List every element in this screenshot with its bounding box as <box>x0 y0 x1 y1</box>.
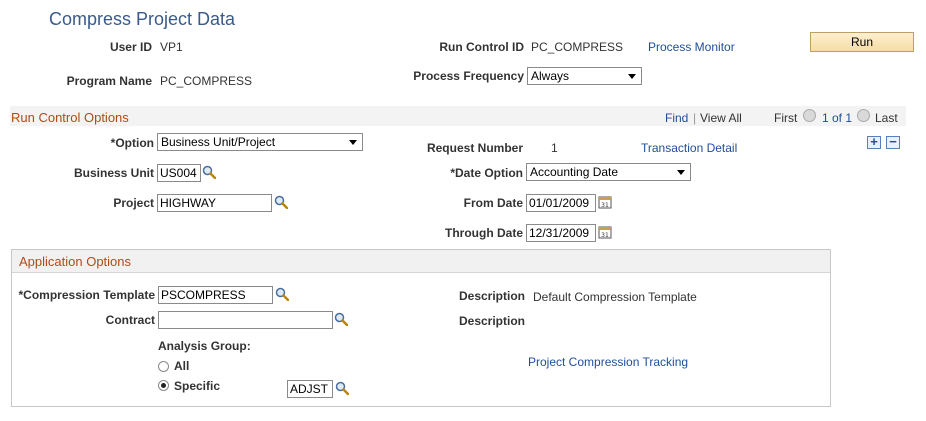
last-label: Last <box>875 111 898 125</box>
run-control-id-label: Run Control ID <box>439 40 524 54</box>
magnifier-icon[interactable] <box>275 287 289 301</box>
analysis-group-all-label: All <box>174 359 190 373</box>
through-date-label: Through Date <box>445 226 523 240</box>
nav-separator: | <box>693 111 697 125</box>
date-option-value: Accounting Date <box>530 165 619 179</box>
page-title: Compress Project Data <box>49 9 236 29</box>
user-id-label: User ID <box>109 40 152 54</box>
first-label: First <box>774 111 798 125</box>
request-number-label: Request Number <box>426 141 523 155</box>
view-all-link[interactable]: View All <box>700 111 742 125</box>
option-label: *Option <box>110 136 154 150</box>
contract-input[interactable] <box>158 311 333 329</box>
program-name-value: PC_COMPRESS <box>160 74 253 88</box>
transaction-detail-link[interactable]: Transaction Detail <box>641 141 737 155</box>
description-label: Description <box>458 289 525 303</box>
chevron-down-icon <box>677 170 685 175</box>
run-control-options-title: Run Control Options <box>11 110 129 125</box>
from-date-label: From Date <box>463 196 523 210</box>
application-options-header <box>12 250 830 273</box>
option-value: Business Unit/Project <box>161 135 276 149</box>
process-monitor-link[interactable]: Process Monitor <box>648 40 735 54</box>
through-date-input[interactable]: 12/31/2009 <box>526 224 596 242</box>
run-control-options-header <box>10 106 906 126</box>
project-compression-tracking-link[interactable]: Project Compression Tracking <box>528 355 688 369</box>
run-button[interactable]: Run <box>810 32 914 52</box>
program-name-label: Program Name <box>66 74 152 88</box>
svg-text:31: 31 <box>601 232 609 239</box>
chevron-down-icon <box>628 74 636 79</box>
contract-description-label: Description <box>458 314 525 328</box>
analysis-group-specific-radio[interactable] <box>158 380 169 391</box>
date-option-select[interactable]: Accounting Date <box>526 163 691 181</box>
magnifier-icon[interactable] <box>334 312 348 326</box>
magnifier-icon[interactable] <box>274 195 288 209</box>
from-date-input[interactable]: 01/01/2009 <box>526 194 596 212</box>
magnifier-icon[interactable] <box>202 165 216 179</box>
magnifier-icon[interactable] <box>335 381 349 395</box>
calendar-icon[interactable]: 31 <box>598 195 612 209</box>
option-select[interactable]: Business Unit/Project <box>157 133 363 151</box>
next-arrow-icon[interactable] <box>857 109 870 122</box>
project-label: Project <box>113 196 154 210</box>
analysis-group-specific-label: Specific <box>174 379 221 393</box>
analysis-group-all-radio[interactable] <box>158 361 169 372</box>
project-input[interactable]: HIGHWAY <box>157 194 272 212</box>
user-id-value: VP1 <box>160 40 183 54</box>
description-value: Default Compression Template <box>533 290 697 304</box>
analysis-group-input[interactable]: ADJST <box>287 380 333 398</box>
process-frequency-value: Always <box>531 69 570 83</box>
request-number-value: 1 <box>551 141 558 155</box>
svg-text:31: 31 <box>601 202 609 209</box>
find-link[interactable]: Find <box>665 111 688 125</box>
process-frequency-select[interactable]: Always <box>527 67 642 85</box>
date-option-label: *Date Option <box>450 166 523 180</box>
add-row-button[interactable]: + <box>867 135 881 149</box>
calendar-icon[interactable]: 31 <box>598 225 612 239</box>
analysis-group-label: Analysis Group: <box>158 339 251 353</box>
page-indicator: 1 of 1 <box>822 111 853 125</box>
compression-template-input[interactable]: PSCOMPRESS <box>158 286 273 304</box>
run-control-id-value: PC_COMPRESS <box>531 40 624 54</box>
compression-template-label: *Compression Template <box>18 288 155 302</box>
process-frequency-label: Process Frequency <box>413 69 524 83</box>
delete-row-button[interactable]: − <box>886 135 900 149</box>
contract-label: Contract <box>105 313 155 327</box>
previous-arrow-icon[interactable] <box>803 109 816 122</box>
chevron-down-icon <box>349 140 357 145</box>
application-options-title: Application Options <box>19 254 132 269</box>
business-unit-input[interactable]: US004 <box>157 164 201 182</box>
business-unit-label: Business Unit <box>73 166 154 180</box>
